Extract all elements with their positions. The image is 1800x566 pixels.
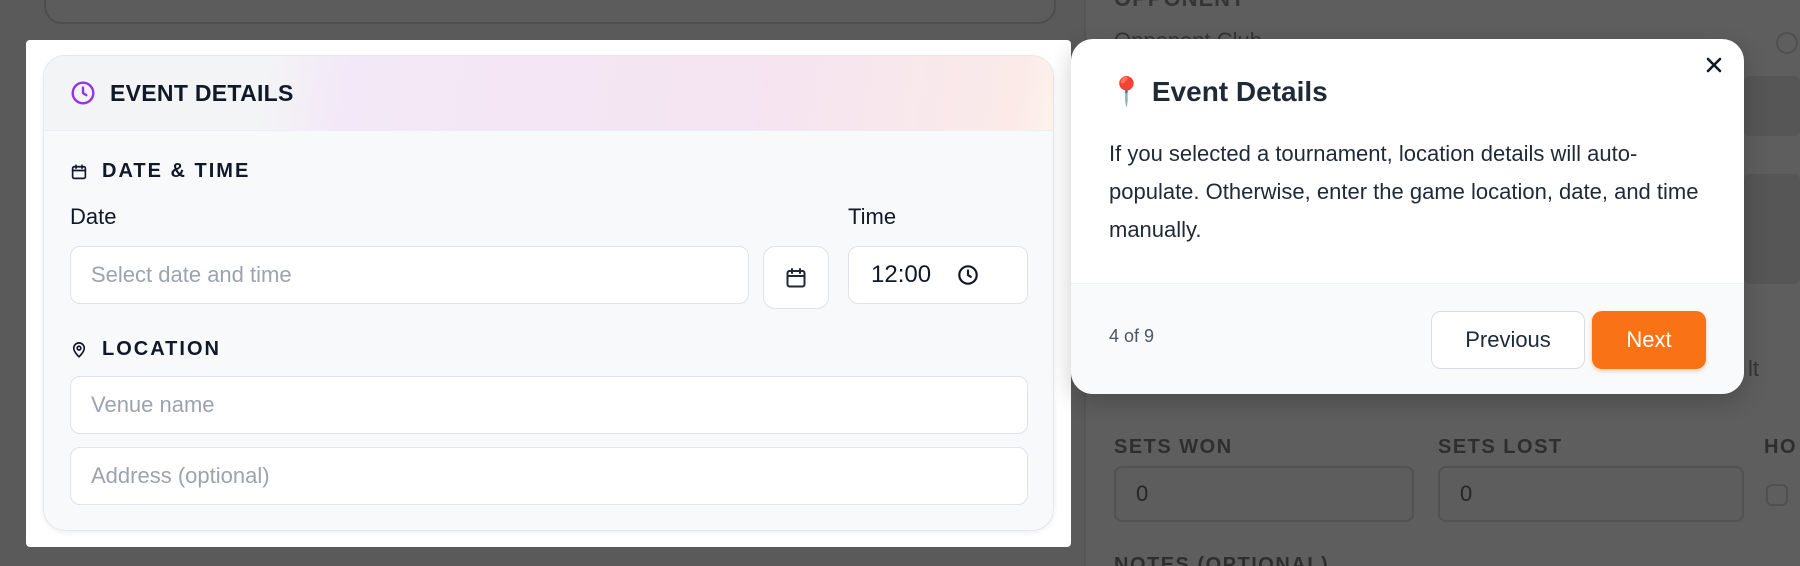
date-picker-button[interactable]	[763, 246, 829, 309]
pushpin-icon: 📍	[1109, 76, 1144, 107]
date-label: Date	[70, 204, 117, 229]
calendar-icon	[71, 163, 87, 179]
time-value: 12:00	[871, 261, 932, 288]
tour-title: 📍 Event Details	[1109, 75, 1328, 108]
date-input[interactable]: Select date and time	[70, 246, 749, 304]
panel-title: EVENT DETAILS	[110, 79, 294, 106]
result-label-partial: lt	[1748, 356, 1759, 381]
sets-lost-label: SETS LOST	[1438, 436, 1563, 458]
background-field-edge	[1744, 174, 1800, 284]
background-field-edge	[1744, 76, 1800, 136]
opponent-header: OPPONENT	[1114, 0, 1245, 12]
date-time-section-header: DATE & TIME	[70, 160, 250, 183]
background-card	[44, 0, 1056, 24]
notes-header: NOTES (OPTIONAL)	[1114, 554, 1330, 566]
home-checkbox[interactable]	[1766, 484, 1788, 506]
background-radio	[1776, 32, 1798, 54]
close-icon	[1706, 57, 1722, 73]
previous-button[interactable]: Previous	[1431, 311, 1585, 369]
map-pin-icon	[72, 341, 86, 358]
clock-icon[interactable]	[957, 264, 979, 286]
panel-header: EVENT DETAILS	[44, 56, 1053, 131]
tour-title-text: Event Details	[1151, 75, 1328, 107]
tour-progress: 4 of 9	[1109, 326, 1155, 346]
tour-footer: 4 of 9 Previous Next	[1071, 283, 1744, 394]
next-button[interactable]: Next	[1592, 311, 1706, 369]
sets-won-input[interactable]: 0	[1114, 466, 1414, 522]
home-label: HO	[1764, 436, 1797, 458]
location-section-title: LOCATION	[102, 338, 221, 360]
venue-name-input[interactable]: Venue name	[70, 376, 1028, 434]
time-label: Time	[848, 204, 897, 229]
tour-popover: 📍 Event Details If you selected a tourna…	[1071, 39, 1744, 394]
event-details-panel: EVENT DETAILS DATE & TIME Date Time Sele…	[43, 55, 1054, 531]
tour-description: If you selected a tournament, location d…	[1109, 141, 1699, 242]
location-section-header: LOCATION	[70, 338, 221, 361]
sets-won-label: SETS WON	[1114, 436, 1233, 458]
sets-lost-input[interactable]: 0	[1438, 466, 1744, 522]
date-time-section-title: DATE & TIME	[102, 160, 251, 182]
calendar-icon	[786, 267, 806, 287]
clock-icon	[71, 81, 95, 105]
address-input[interactable]: Address (optional)	[70, 447, 1028, 505]
close-button[interactable]	[1700, 51, 1728, 79]
time-input[interactable]: 12:00	[848, 246, 1028, 304]
